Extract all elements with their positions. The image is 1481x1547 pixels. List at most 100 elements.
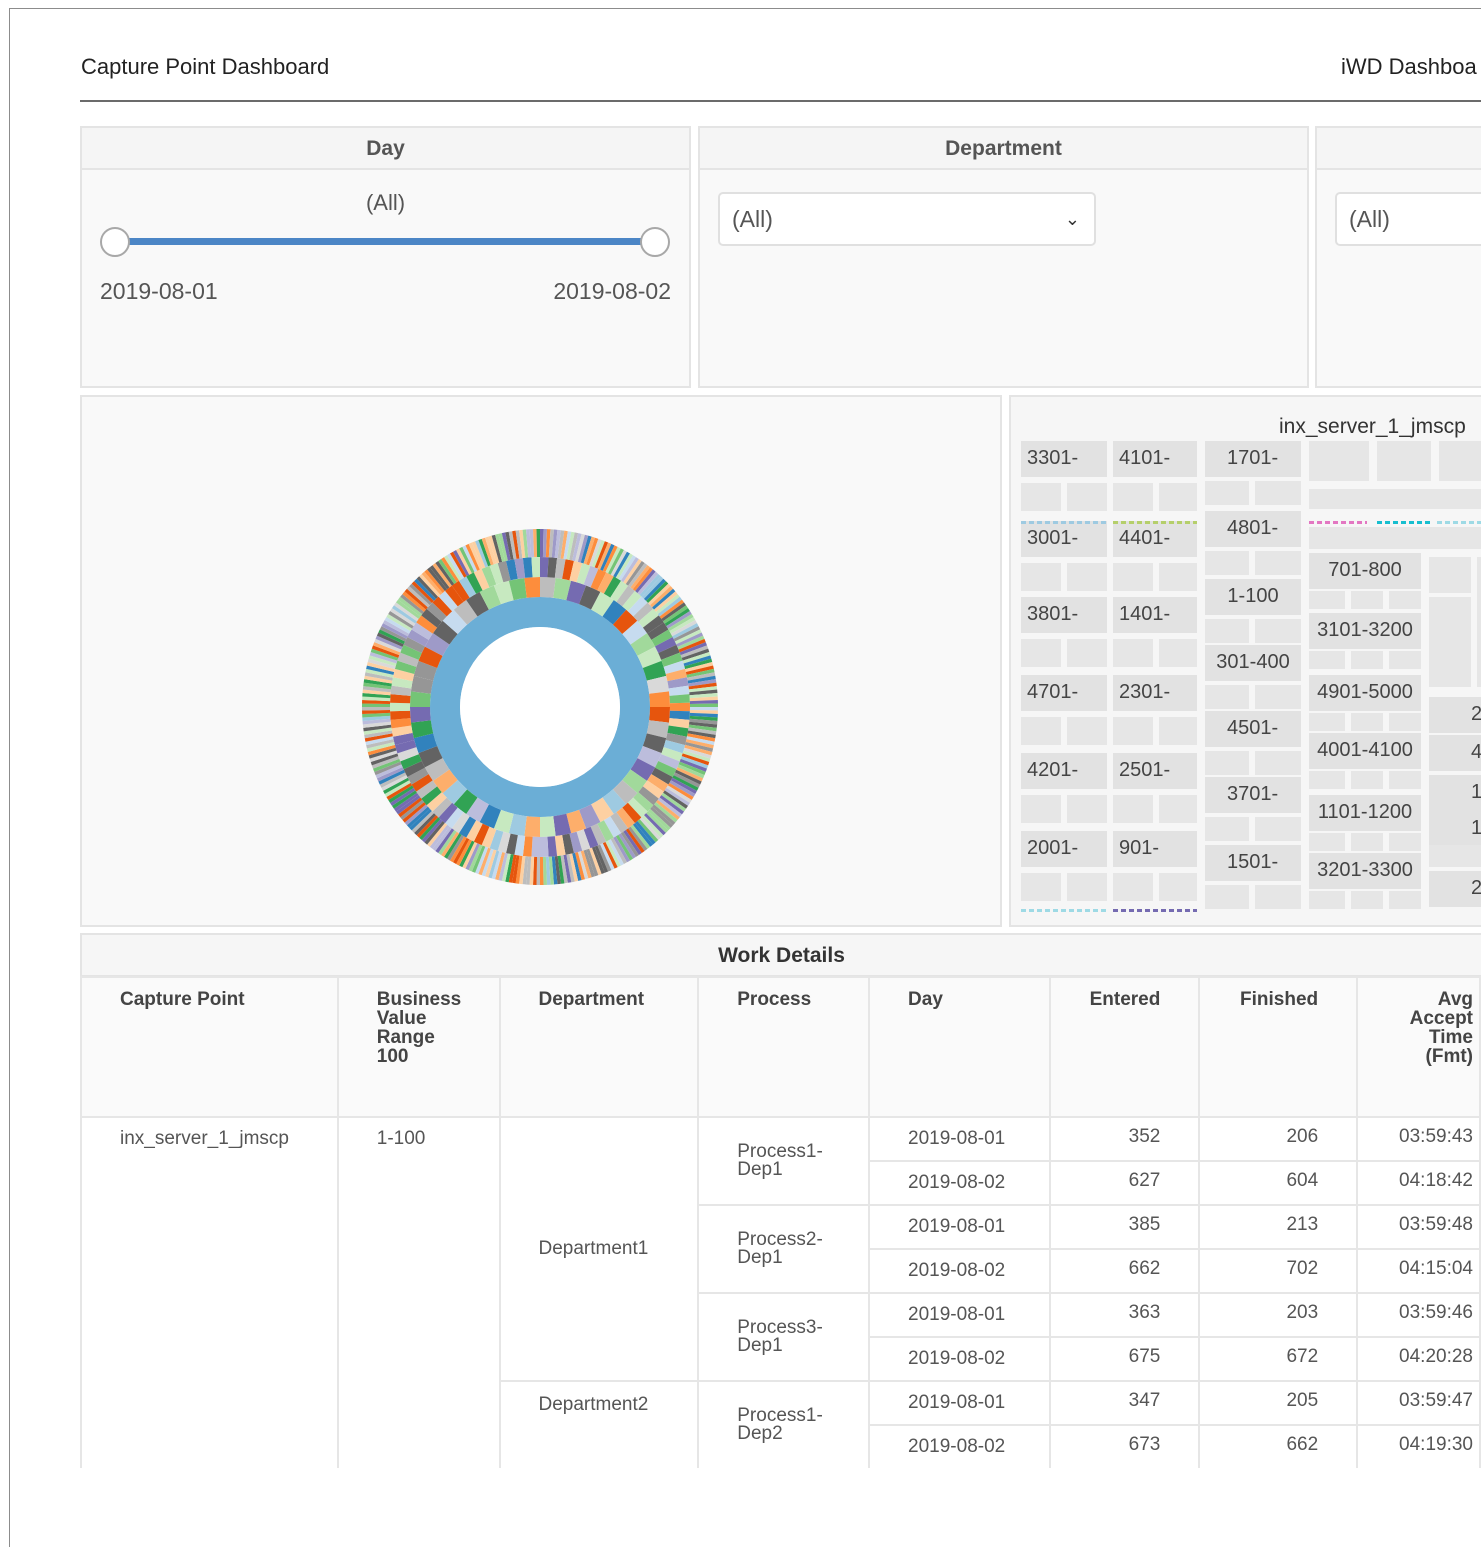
- column-header-process[interactable]: Process: [697, 976, 871, 1118]
- day-range-end-handle[interactable]: [640, 227, 670, 257]
- treemap-cell[interactable]: 3701-: [1205, 777, 1301, 813]
- column-header-finished[interactable]: Finished: [1198, 976, 1359, 1118]
- treemap-subcell: [1021, 639, 1061, 667]
- column-header-department[interactable]: Department: [498, 976, 700, 1118]
- treemap-subcell: [1351, 771, 1383, 789]
- sunburst-segment[interactable]: [410, 691, 431, 707]
- sunburst-panel: [80, 395, 1002, 927]
- page-title: Capture Point Dashboard: [81, 54, 330, 79]
- treemap-cell[interactable]: 4901-5000: [1309, 675, 1421, 711]
- treemap-cell[interactable]: 4701-: [1021, 675, 1107, 711]
- treemap-cell[interactable]: 1: [1429, 811, 1481, 847]
- treemap-subcell: [1205, 551, 1249, 575]
- column-header-entered[interactable]: Entered: [1048, 976, 1201, 1118]
- sunburst-segment[interactable]: [669, 702, 690, 712]
- sunburst-segment[interactable]: [531, 836, 540, 857]
- treemap-subcell: [1429, 557, 1471, 593]
- treemap-cell[interactable]: 3201-3300: [1309, 853, 1421, 889]
- sunburst-segment[interactable]: [536, 529, 540, 558]
- day-cell: 2019-08-02: [868, 1248, 1051, 1294]
- treemap-cell[interactable]: 1501-: [1205, 845, 1301, 881]
- entered-cell: 627: [1048, 1160, 1201, 1206]
- treemap-cell[interactable]: 301-400: [1205, 645, 1301, 681]
- treemap-cell[interactable]: 3801-: [1021, 597, 1107, 633]
- column-header-capture-point[interactable]: Capture Point: [80, 976, 339, 1118]
- table-header-row: Capture Point Business Value Range 100 D…: [80, 976, 1481, 1118]
- sunburst-chart[interactable]: [82, 397, 1000, 925]
- sunburst-segment[interactable]: [536, 856, 540, 885]
- sunburst-segment[interactable]: [540, 856, 544, 885]
- window-frame-left: [9, 8, 10, 1547]
- sunburst-segment[interactable]: [524, 816, 540, 837]
- column-header-avg-accept-time[interactable]: Avg Accept Time (Fmt): [1356, 976, 1481, 1118]
- treemap-subcell: [1067, 639, 1107, 667]
- sunburst-segment[interactable]: [689, 703, 718, 707]
- sunburst-segment[interactable]: [540, 836, 549, 857]
- treemap-subcell: [1021, 873, 1061, 901]
- treemap-cell[interactable]: 2501-: [1113, 753, 1197, 789]
- treemap-subcell: [1205, 817, 1249, 841]
- table-row[interactable]: inx_server_1_jmscp 1-100 Department1 Proces…: [80, 1116, 1481, 1468]
- treemap-subcell: [1159, 873, 1197, 901]
- treemap-cell[interactable]: 4401-: [1113, 521, 1197, 557]
- sunburst-segment[interactable]: [540, 816, 556, 837]
- sunburst-segment[interactable]: [540, 557, 549, 578]
- treemap-cell[interactable]: 1701-: [1205, 441, 1301, 477]
- iwd-dashboard-link[interactable]: iWD Dashboa: [1341, 54, 1477, 80]
- treemap-subcell: [1021, 483, 1061, 511]
- treemap-cell[interactable]: 3001-: [1021, 521, 1107, 557]
- treemap-cell[interactable]: 2: [1429, 697, 1481, 733]
- entered-cell: 347: [1048, 1380, 1201, 1426]
- treemap-cell[interactable]: 3101-3200: [1309, 613, 1421, 649]
- sunburst-segment[interactable]: [531, 557, 540, 578]
- department-select[interactable]: (All) ⌄: [718, 192, 1096, 246]
- sunburst-segment[interactable]: [649, 707, 670, 723]
- entered-cell: 352: [1048, 1116, 1201, 1162]
- treemap-cell[interactable]: 4501-: [1205, 711, 1301, 747]
- treemap-subcell: [1159, 639, 1197, 667]
- day-range-track[interactable]: [114, 238, 654, 245]
- treemap-subcell: [1255, 481, 1301, 505]
- day-filter-title: Day: [82, 128, 689, 170]
- treemap-cell[interactable]: 701-800: [1309, 553, 1421, 589]
- treemap-cell[interactable]: 901-: [1113, 831, 1197, 867]
- treemap-subcell: [1429, 597, 1471, 687]
- treemap-cell[interactable]: 4101-: [1113, 441, 1197, 477]
- day-cell: 2019-08-02: [868, 1424, 1051, 1468]
- sunburst-segment[interactable]: [390, 702, 411, 712]
- column-header-business-value[interactable]: Business Value Range 100: [336, 976, 501, 1118]
- sunburst-segment[interactable]: [410, 707, 431, 723]
- work-details-table-container: Capture Point Business Value Range 100 D…: [80, 976, 1481, 1468]
- treemap-cell[interactable]: 2001-: [1021, 831, 1107, 867]
- treemap-color-bar: [1309, 521, 1367, 524]
- treemap-cell[interactable]: 1401-: [1113, 597, 1197, 633]
- day-range-start-handle[interactable]: [100, 227, 130, 257]
- treemap-cell[interactable]: 4801-: [1205, 511, 1301, 547]
- treemap-subcell: [1351, 833, 1383, 851]
- sunburst-segment[interactable]: [540, 577, 556, 598]
- process-select[interactable]: (All): [1335, 192, 1481, 246]
- finished-cell: 604: [1198, 1160, 1359, 1206]
- sunburst-segment[interactable]: [524, 577, 540, 598]
- treemap-subcell: [1113, 873, 1153, 901]
- treemap-subcell: [1255, 885, 1301, 909]
- treemap-subcell: [1439, 441, 1481, 481]
- sunburst-segment[interactable]: [649, 691, 670, 707]
- treemap-cell[interactable]: 4001-4100: [1309, 733, 1421, 769]
- sunburst-segment[interactable]: [540, 529, 544, 558]
- treemap-subcell: [1309, 591, 1345, 609]
- sunburst-segment[interactable]: [362, 703, 391, 707]
- column-header-day[interactable]: Day: [868, 976, 1051, 1118]
- treemap-subcell: [1159, 717, 1197, 745]
- sunburst-segment[interactable]: [362, 707, 391, 711]
- treemap-cell[interactable]: 3301-: [1021, 441, 1107, 477]
- treemap-cell[interactable]: 4: [1429, 735, 1481, 771]
- treemap-cell[interactable]: 1101-1200: [1309, 795, 1421, 831]
- treemap-cell[interactable]: 1-100: [1205, 579, 1301, 615]
- treemap-cell[interactable]: 4201-: [1021, 753, 1107, 789]
- sunburst-segment[interactable]: [689, 707, 718, 711]
- treemap-cell[interactable]: 2: [1429, 871, 1481, 907]
- treemap-cell[interactable]: 2301-: [1113, 675, 1197, 711]
- department-select-value: (All): [732, 206, 773, 232]
- treemap-cell[interactable]: 1: [1429, 775, 1481, 811]
